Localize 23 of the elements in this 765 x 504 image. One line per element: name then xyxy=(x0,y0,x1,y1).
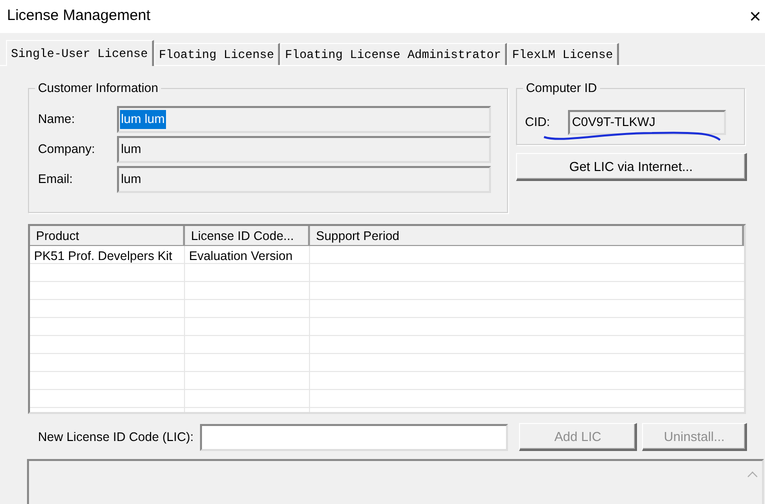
tab[interactable]: Single-User License xyxy=(6,40,154,66)
field-label: CID: xyxy=(525,114,550,132)
text-field[interactable]: lum lum xyxy=(117,106,491,133)
text-field[interactable]: C0V9T-TLKWJ xyxy=(568,110,726,135)
get-lic-button[interactable]: Get LIC via Internet... xyxy=(516,153,747,181)
column-header[interactable]: Support Period xyxy=(310,226,744,246)
table-cell-text: PK51 Prof. Develpers Kit xyxy=(33,248,174,264)
column-header[interactable]: Product xyxy=(30,226,185,246)
text-field[interactable]: lum xyxy=(117,136,491,163)
column-header[interactable]: License ID Code... xyxy=(185,226,310,246)
group-title: Computer ID xyxy=(523,80,600,96)
text-field[interactable]: lum xyxy=(117,166,491,193)
close-button[interactable]: × xyxy=(745,6,765,26)
field-label: Company: xyxy=(38,141,96,158)
tab[interactable]: FlexLM License xyxy=(507,43,619,65)
field-label: Name: xyxy=(38,111,76,128)
field-label: New License ID Code (LIC): xyxy=(38,428,194,446)
tab[interactable]: Floating License Administrator xyxy=(280,43,508,65)
window-title: License Management xyxy=(7,6,150,26)
field-label: Email: xyxy=(38,171,74,188)
lic-input-field[interactable] xyxy=(200,424,508,450)
tab[interactable]: Floating License xyxy=(154,43,280,65)
table-cell-text: Evaluation Version xyxy=(188,248,294,264)
